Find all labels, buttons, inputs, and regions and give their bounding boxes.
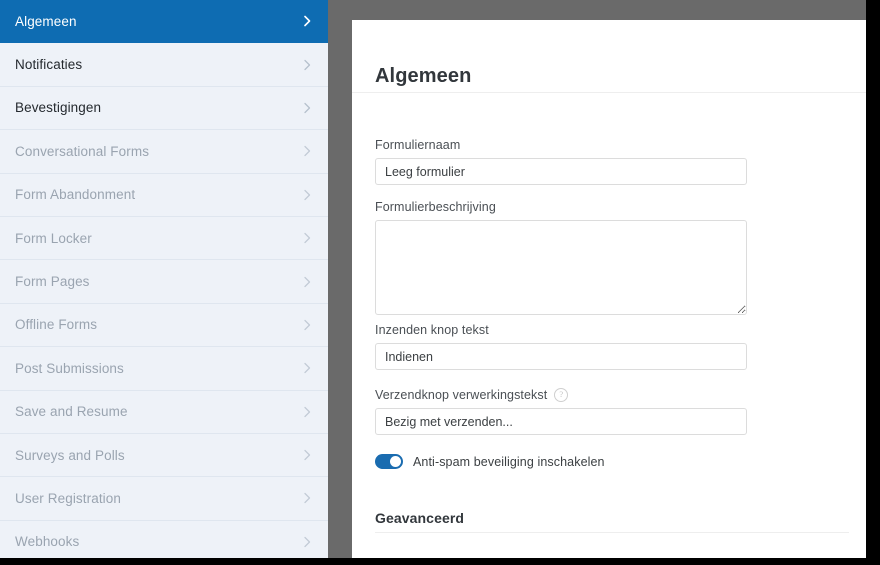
field-label-text: Inzenden knop tekst xyxy=(375,323,489,337)
chevron-right-icon xyxy=(304,232,311,244)
sidebar-item-webhooks[interactable]: Webhooks xyxy=(0,520,328,558)
field-label: Verzendknop verwerkingstekst ? xyxy=(375,388,747,402)
sidebar-item-label: Offline Forms xyxy=(15,317,98,333)
chevron-right-icon xyxy=(304,189,311,200)
submit-button-text-input[interactable] xyxy=(375,343,747,370)
sidebar-item-form-pages[interactable]: Form Pages xyxy=(0,260,328,304)
chevron-right-icon xyxy=(304,406,311,417)
chevron-right-icon xyxy=(304,59,311,70)
sidebar-item-label: Form Locker xyxy=(15,230,92,246)
toggle-knob xyxy=(390,456,401,467)
field-label-text: Verzendknop verwerkingstekst xyxy=(375,388,548,402)
sidebar-item-label: Algemeen xyxy=(15,13,77,29)
modal-backdrop-right-edge xyxy=(866,0,880,558)
sidebar-item-notificaties[interactable]: Notificaties xyxy=(0,43,328,87)
field-label-text: Formulierbeschrijving xyxy=(375,200,496,214)
title-divider xyxy=(352,92,866,93)
form-description-textarea[interactable] xyxy=(375,220,747,315)
antispam-toggle-label: Anti-spam beveiliging inschakelen xyxy=(413,454,605,469)
sidebar-item-user-registration[interactable]: User Registration xyxy=(0,477,328,521)
advanced-section-title: Geavanceerd xyxy=(375,509,465,526)
sidebar-item-conversational-forms[interactable]: Conversational Forms xyxy=(0,130,328,174)
page-title: Algemeen xyxy=(375,65,472,88)
sidebar-item-label: Surveys and Polls xyxy=(15,447,125,463)
sidebar-item-label: Webhooks xyxy=(15,534,80,550)
question-mark-help-icon[interactable]: ? xyxy=(554,388,569,402)
settings-modal: Algemeen Notificaties Bevestigingen Conv… xyxy=(0,0,880,565)
sidebar-item-label: Notificaties xyxy=(15,57,83,73)
field-submit-button-text: Inzenden knop tekst xyxy=(375,323,747,370)
chevron-right-icon xyxy=(304,15,311,27)
field-form-name: Formuliernaam xyxy=(375,138,747,185)
field-submit-processing-text: Verzendknop verwerkingstekst ? xyxy=(375,388,747,435)
field-label: Inzenden knop tekst xyxy=(375,323,747,337)
field-label: Formuliernaam xyxy=(375,138,747,152)
antispam-toggle-row[interactable]: Anti-spam beveiliging inschakelen xyxy=(375,454,605,469)
sidebar-item-label: Form Abandonment xyxy=(15,187,136,203)
sidebar-item-surveys-and-polls[interactable]: Surveys and Polls xyxy=(0,433,328,478)
chevron-right-icon xyxy=(304,276,311,287)
field-label: Formulierbeschrijving xyxy=(375,200,747,214)
field-label-text: Formuliernaam xyxy=(375,138,461,152)
sidebar-item-label: Bevestigingen xyxy=(15,100,102,116)
chevron-right-icon xyxy=(304,449,311,461)
sidebar-item-post-submissions[interactable]: Post Submissions xyxy=(0,347,328,391)
chevron-right-icon xyxy=(304,319,311,331)
sidebar-item-bevestigingen[interactable]: Bevestigingen xyxy=(0,86,328,131)
sidebar-item-save-and-resume[interactable]: Save and Resume xyxy=(0,390,328,434)
sidebar-item-label: Post Submissions xyxy=(15,360,124,376)
chevron-right-icon xyxy=(304,493,311,504)
chevron-right-icon xyxy=(304,146,311,157)
sidebar-item-form-locker[interactable]: Form Locker xyxy=(0,216,328,261)
chevron-right-icon xyxy=(304,536,311,548)
sidebar-item-offline-forms[interactable]: Offline Forms xyxy=(0,303,328,348)
advanced-section-divider xyxy=(375,532,849,533)
chevron-right-icon xyxy=(304,102,311,114)
sidebar-item-label: User Registration xyxy=(15,490,121,506)
settings-content-panel: Algemeen Formuliernaam Formulierbeschrij… xyxy=(352,20,866,558)
modal-backdrop-bottom-edge xyxy=(0,558,880,565)
antispam-toggle-switch[interactable] xyxy=(375,454,403,469)
settings-sidebar: Algemeen Notificaties Bevestigingen Conv… xyxy=(0,0,328,558)
chevron-right-icon xyxy=(304,363,311,374)
field-form-description: Formulierbeschrijving xyxy=(375,200,747,315)
sidebar-item-label: Save and Resume xyxy=(15,404,128,420)
sidebar-item-label: Form Pages xyxy=(15,274,90,290)
sidebar-item-form-abandonment[interactable]: Form Abandonment xyxy=(0,173,328,217)
sidebar-item-label: Conversational Forms xyxy=(15,143,150,159)
form-name-input[interactable] xyxy=(375,158,747,185)
sidebar-item-algemeen[interactable]: Algemeen xyxy=(0,0,328,44)
submit-processing-text-input[interactable] xyxy=(375,408,747,435)
